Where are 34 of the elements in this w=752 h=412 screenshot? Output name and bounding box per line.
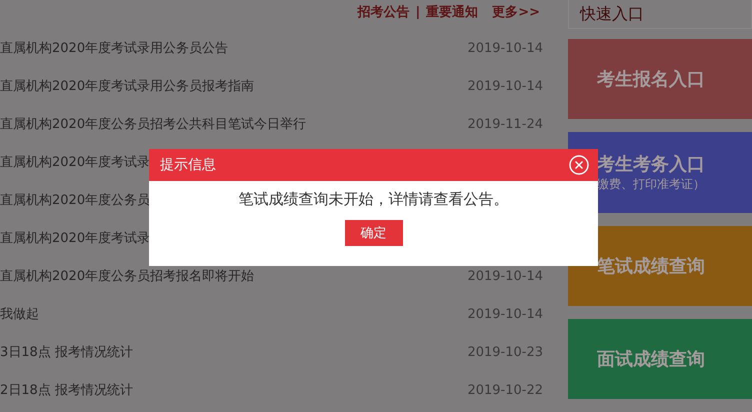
news-title[interactable]: 直属机构2020年度考试录用公务员公告 bbox=[0, 42, 228, 56]
news-title[interactable]: 直属机构2020年度公务员 bbox=[0, 194, 150, 208]
section-title: 快速入口 bbox=[568, 0, 752, 30]
news-date: 2019-10-14 bbox=[467, 42, 543, 56]
news-date: 2019-10-14 bbox=[467, 80, 543, 94]
news-title[interactable]: 直属机构2020年度考试录用公务员报考指南 bbox=[0, 80, 254, 94]
more-link[interactable]: 更多>> bbox=[492, 3, 540, 21]
card-label: 考生考务入口 bbox=[597, 152, 706, 176]
separator: | bbox=[415, 4, 420, 20]
card-label: 考生报名入口 bbox=[597, 68, 706, 92]
news-date: 2019-10-22 bbox=[467, 384, 543, 398]
news-title[interactable]: 直属机构2020年度考试录 bbox=[0, 232, 150, 246]
news-date: 2019-10-23 bbox=[467, 346, 543, 360]
notice-tab[interactable]: 招考公告 bbox=[357, 3, 410, 21]
news-title[interactable]: 直属机构2020年度考试录 bbox=[0, 156, 150, 170]
news-date: 2019-10-14 bbox=[467, 270, 543, 284]
confirm-button[interactable]: 确定 bbox=[344, 220, 402, 246]
card-label: 面试成绩查询 bbox=[597, 348, 706, 371]
news-title[interactable]: 直属机构2020年度公务员招考公共科目笔试今日举行 bbox=[0, 118, 306, 132]
dialog-title: 提示信息 bbox=[160, 156, 216, 174]
entry-card[interactable]: 面试成绩查询 bbox=[568, 318, 752, 399]
news-title[interactable]: 2日18点 报考情况统计 bbox=[0, 384, 133, 398]
card-sublabel: 缴费、打印准考证） bbox=[597, 176, 706, 193]
news-title[interactable]: 3日18点 报考情况统计 bbox=[0, 346, 133, 360]
news-title[interactable]: 我做起 bbox=[0, 308, 39, 322]
dialog-message: 笔试成绩查询未开始，详情请查看公告。 bbox=[238, 190, 510, 209]
news-date: 2019-11-24 bbox=[467, 118, 543, 132]
news-date: 2019-10-14 bbox=[467, 308, 543, 322]
entry-card[interactable]: 笔试成绩查询 bbox=[568, 226, 752, 306]
close-icon[interactable] bbox=[569, 155, 589, 175]
notice-tab[interactable]: 重要通知 bbox=[426, 3, 478, 21]
entry-card[interactable]: 考生报名入口 bbox=[568, 39, 752, 120]
card-label: 笔试成绩查询 bbox=[597, 254, 706, 278]
news-title[interactable]: 直属机构2020年度公务员招考报名即将开始 bbox=[0, 270, 254, 284]
